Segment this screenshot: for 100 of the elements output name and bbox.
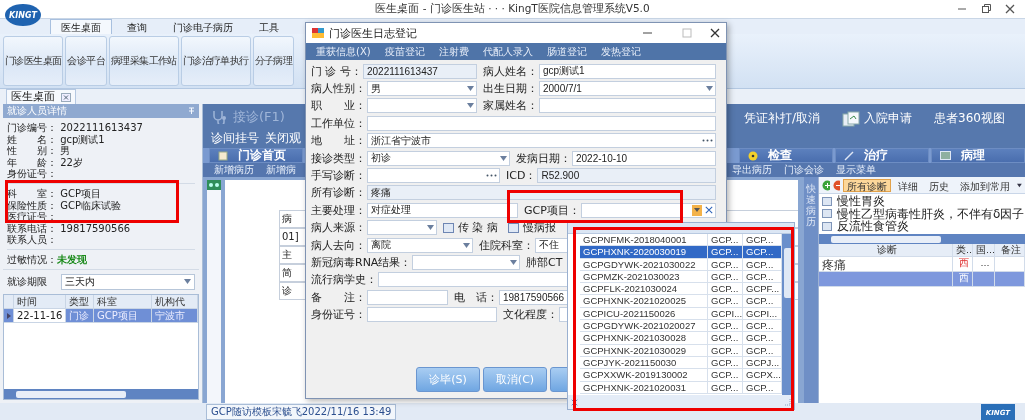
dropdown-field[interactable]: 初诊	[367, 150, 510, 166]
input-field[interactable]: 对症处理	[367, 202, 518, 218]
list-item[interactable]: 慢性乙型病毒性肝炎，不伴有δ因子	[822, 207, 1022, 220]
dropdown-field[interactable]: 2000/7/1	[539, 81, 716, 97]
more-icon[interactable]	[702, 139, 713, 143]
stethoscope-icon	[211, 110, 229, 124]
toolbar-button[interactable]: 添加到常用	[956, 178, 1015, 192]
ribbon-button[interactable]: 门诊治疗单执行	[180, 36, 251, 86]
list-row[interactable]: GCPHXNK-2021030028 GCP... GCP...	[580, 332, 782, 345]
caret-icon	[706, 86, 713, 92]
list-row[interactable]: GCPGDYWK-2021020027 GCP... GCP...	[580, 320, 782, 333]
ribbon-tab[interactable]: 查询	[116, 19, 158, 34]
field-label: 家属姓名：	[483, 98, 539, 114]
input-field[interactable]: gcp测试1	[539, 63, 716, 79]
list-row[interactable]: GCPFLK-2021030024 GCP... GCPF...	[580, 283, 782, 296]
dropdown-field[interactable]: 男	[367, 81, 477, 97]
add-icon[interactable]	[822, 179, 830, 191]
input-field[interactable]	[367, 115, 716, 131]
column-header: 机构代	[152, 294, 198, 308]
dropdown-field[interactable]	[367, 220, 437, 236]
status-tab[interactable]: GCP随访模板宋毓飞2022/11/16 13:49	[206, 403, 397, 420]
restore-icon[interactable]	[981, 4, 991, 14]
toolbar-link[interactable]: 显示菜单	[833, 163, 879, 177]
record-tab[interactable]: 治疗	[835, 148, 929, 163]
input-field[interactable]: R52.900	[537, 168, 716, 184]
image-icon	[940, 151, 951, 160]
close-icon[interactable]	[710, 28, 720, 38]
dropdown-button[interactable]	[692, 204, 702, 216]
column-header: 备注	[995, 244, 1025, 256]
dropdown-field[interactable]	[367, 98, 477, 114]
clear-icon[interactable]	[705, 206, 713, 215]
input-field[interactable]: 2022111613437	[363, 63, 477, 79]
toggle-icon[interactable]	[207, 180, 221, 190]
toolbar-button[interactable]: 详细	[894, 178, 923, 192]
toolbar-button[interactable]: 凭证补打/取消	[744, 110, 827, 127]
toolbar-link[interactable]: 门诊会诊	[781, 163, 827, 177]
input-field[interactable]	[539, 98, 716, 114]
list-row[interactable]: GCPHXNK-2021020025 GCP... GCP...	[580, 295, 782, 308]
dropdown-field[interactable]	[580, 202, 716, 218]
ribbon-button[interactable]: 分子病理	[252, 36, 295, 86]
field-label: 手写诊断：	[311, 168, 367, 184]
toolbar-button[interactable]: 患者360视图	[934, 110, 1011, 127]
record-tab[interactable]: 检查	[739, 148, 833, 163]
menu-item[interactable]: 疫苗登记	[378, 44, 431, 59]
column-header: 时间	[14, 294, 66, 308]
scrollbar[interactable]	[4, 389, 198, 399]
list-row[interactable]: GCPHXNK-2020030019 GCP... GCP...	[580, 246, 782, 259]
menu-item[interactable]: 重获信息(X)	[310, 44, 377, 59]
dropdown-field[interactable]	[412, 255, 520, 270]
list-row[interactable]: GCPXXWK-2019130002 GCP... GCPX...	[580, 369, 782, 382]
tab-label: 医生桌面	[11, 90, 55, 104]
menu-item[interactable]: 代配人录入	[476, 44, 539, 59]
column-header: 国...	[973, 244, 995, 256]
caret-icon	[510, 260, 517, 265]
menu-item[interactable]: 注射费	[432, 44, 475, 59]
toolbar-link[interactable]: 新增病历	[211, 163, 257, 177]
input-field[interactable]: 疼痛	[367, 185, 716, 201]
menu-item[interactable]: 肠道登记	[540, 44, 593, 59]
input-field[interactable]	[367, 307, 497, 323]
toolbar-link[interactable]: 关闭观	[265, 130, 307, 147]
ribbon-button[interactable]: 门诊医生桌面	[3, 36, 64, 86]
caret-icon	[1017, 182, 1022, 188]
pin-icon[interactable]	[188, 107, 195, 115]
dropdown-field[interactable]: 三天内	[61, 273, 195, 290]
more-icon[interactable]	[486, 174, 497, 178]
ribbon-button[interactable]: 病理采集工作站	[109, 36, 179, 86]
toolbar-button[interactable]: 所有诊断	[843, 178, 892, 192]
table-row[interactable]: 疼痛 西 ...	[819, 257, 1025, 272]
close-icon[interactable]	[1005, 4, 1015, 14]
ribbon-tab[interactable]: 门诊电子病历	[162, 19, 244, 34]
field-label: 出生日期：	[483, 81, 539, 97]
toolbar-button[interactable]: 历史	[925, 178, 954, 192]
record-tab[interactable]: 病理	[931, 148, 1025, 163]
toolbar-link[interactable]: 诊间挂号	[211, 130, 265, 147]
list-item[interactable]: 反流性食管炎	[822, 220, 1022, 233]
menu-item[interactable]: 发热登记	[594, 44, 647, 59]
ribbon-button[interactable]: 会诊平台	[65, 36, 107, 86]
list-item[interactable]: 慢性胃炎	[822, 195, 1022, 208]
resize-grip-icon[interactable]	[783, 398, 791, 406]
window-title: 医生桌面 - 门诊医生站 · · · KingT医院信息管理系统V5.0	[375, 2, 650, 16]
record-tab[interactable]: 门诊首页	[209, 148, 303, 163]
document-tab[interactable]: 医生桌面	[6, 89, 76, 104]
field-label: 接诊类型：	[311, 150, 367, 166]
toolbar-link[interactable]: 新增病	[263, 163, 299, 177]
field-label: 职 业：	[311, 98, 367, 114]
scrollbar[interactable]	[819, 234, 1025, 244]
ribbon-tab[interactable]: 工具	[248, 19, 290, 34]
ribbon-tab[interactable]: 医生桌面	[50, 19, 112, 34]
input-field[interactable]	[367, 168, 500, 184]
list-row[interactable]: GCPNFMK-2018040001 GCP... GCP...	[580, 234, 782, 247]
toolbar-button[interactable]: 入院申请	[842, 110, 919, 127]
remove-icon[interactable]	[832, 179, 841, 191]
info-line: 科 室： GCP项目	[7, 182, 195, 200]
caret-icon	[184, 279, 191, 285]
input-field[interactable]: 2022-10-10	[572, 150, 716, 166]
toolbar-link[interactable]: 导出病历	[729, 163, 775, 177]
input-field[interactable]	[367, 289, 448, 305]
input-field[interactable]: 浙江省宁波市	[367, 133, 716, 149]
dropdown-field[interactable]: 离院	[367, 237, 473, 253]
field-label: ICD：	[506, 168, 538, 184]
